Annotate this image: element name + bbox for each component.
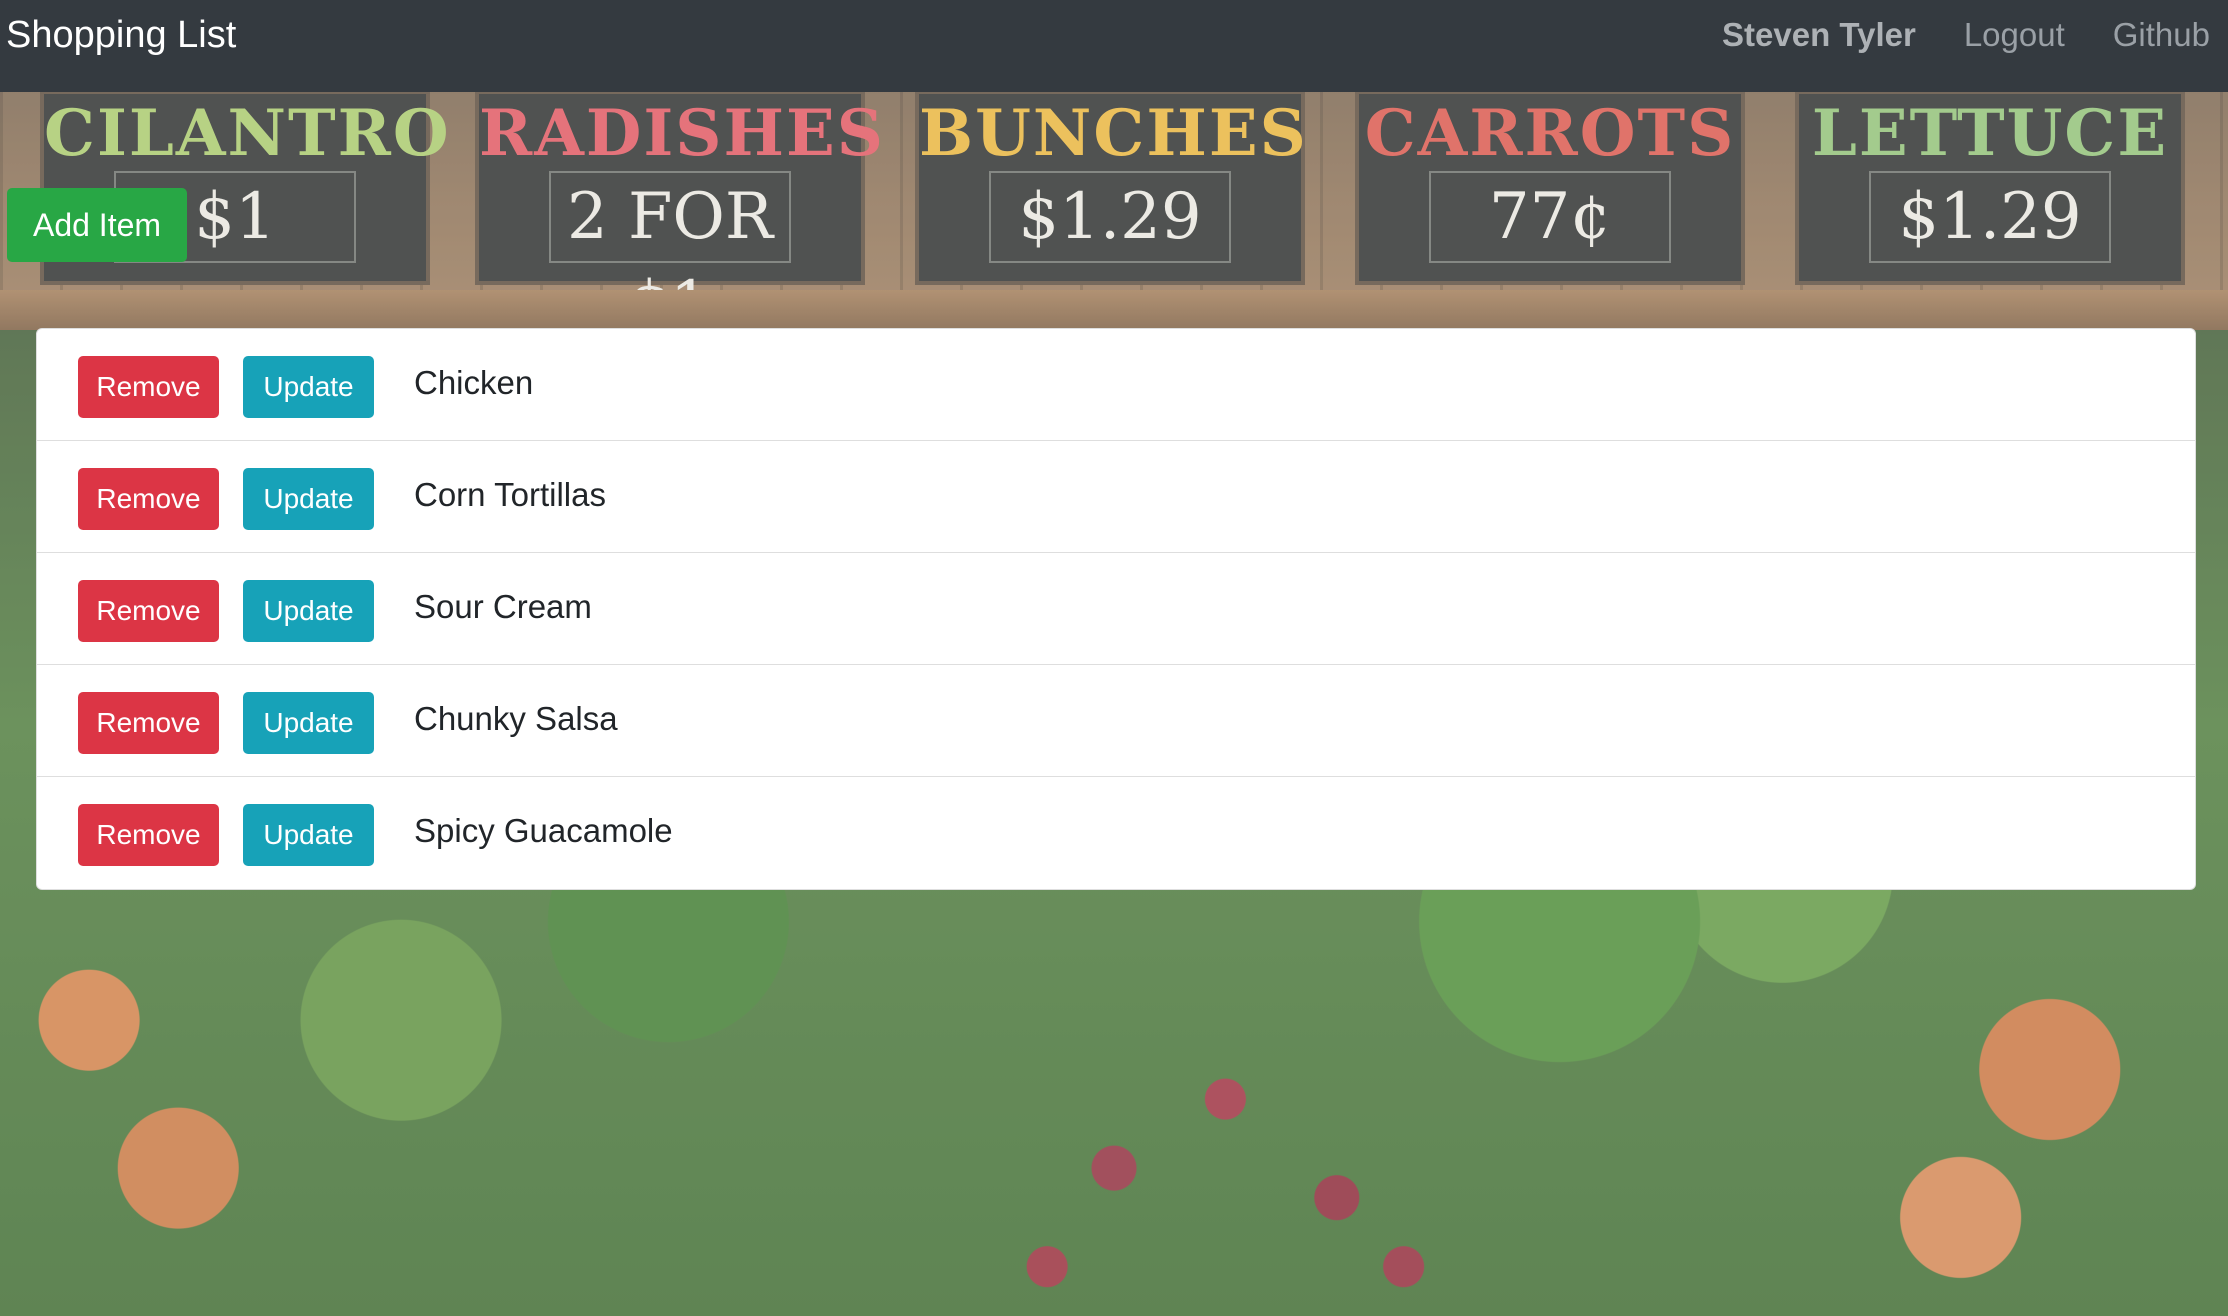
list-item: Remove Update Chicken — [37, 329, 2195, 441]
update-button[interactable]: Update — [243, 691, 374, 754]
item-name: Chunky Salsa — [414, 699, 618, 737]
remove-button[interactable]: Remove — [78, 579, 219, 642]
update-button[interactable]: Update — [243, 355, 374, 418]
list-item: Remove Update Sour Cream — [37, 553, 2195, 665]
add-item-button[interactable]: Add Item — [7, 188, 187, 262]
update-button[interactable]: Update — [243, 804, 374, 866]
remove-button[interactable]: Remove — [78, 691, 219, 754]
list-item: Remove Update Spicy Guacamole — [37, 777, 2195, 889]
app-title[interactable]: Shopping List — [6, 14, 236, 57]
remove-button[interactable]: Remove — [78, 804, 219, 866]
navbar-right: Steven Tyler Logout Github — [1722, 16, 2210, 54]
remove-button[interactable]: Remove — [78, 355, 219, 418]
item-name: Corn Tortillas — [414, 475, 606, 513]
logout-link[interactable]: Logout — [1964, 16, 2065, 54]
item-name: Chicken — [414, 363, 534, 401]
user-name: Steven Tyler — [1722, 16, 1916, 53]
shopping-list: Remove Update Chicken Remove Update Corn… — [36, 328, 2196, 890]
github-link[interactable]: Github — [2113, 16, 2210, 54]
remove-button[interactable]: Remove — [78, 467, 219, 530]
navbar: Shopping List Steven Tyler Logout Github — [0, 0, 2228, 92]
item-name: Sour Cream — [414, 587, 592, 625]
list-item: Remove Update Corn Tortillas — [37, 441, 2195, 553]
list-item: Remove Update Chunky Salsa — [37, 665, 2195, 777]
item-name: Spicy Guacamole — [414, 812, 673, 849]
update-button[interactable]: Update — [243, 579, 374, 642]
update-button[interactable]: Update — [243, 467, 374, 530]
